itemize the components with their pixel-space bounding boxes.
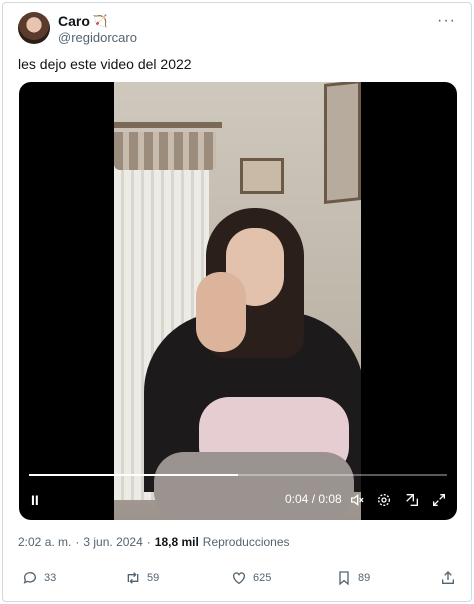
wall-picture-large xyxy=(324,82,361,204)
views-count: 18,8 mil xyxy=(154,535,199,549)
tweet-actions: 33 59 625 89 xyxy=(18,570,458,590)
person-hand xyxy=(196,272,246,352)
tweet-date[interactable]: 3 jun. 2024 xyxy=(83,535,142,549)
picture-in-picture-icon[interactable] xyxy=(404,492,420,511)
repost-count: 59 xyxy=(147,572,160,584)
meta-separator-2: · xyxy=(146,535,151,549)
bookmark-button[interactable]: 89 xyxy=(336,570,370,586)
heart-icon xyxy=(233,572,245,585)
reply-count: 33 xyxy=(44,572,57,584)
tweet-meta: 2:02 a. m. · 3 jun. 2024 · 18,8 mil Repr… xyxy=(18,535,290,549)
reply-icon xyxy=(23,572,36,584)
repost-icon xyxy=(127,572,139,584)
avatar[interactable] xyxy=(18,12,50,44)
share-icon xyxy=(442,571,454,584)
reply-button[interactable]: 33 xyxy=(22,570,56,586)
video-player[interactable]: II 0:04 / 0:08 xyxy=(19,82,457,520)
bookmark-icon xyxy=(339,571,349,586)
like-count: 625 xyxy=(253,572,272,584)
tweet-header: Caro 🏹 @regidorcaro ··· xyxy=(18,12,458,48)
settings-gear-icon[interactable] xyxy=(376,492,392,511)
like-button[interactable]: 625 xyxy=(231,570,271,586)
repost-button[interactable]: 59 xyxy=(125,570,159,586)
bow-arrow-emoji: 🏹 xyxy=(92,14,108,28)
video-controls: II 0:04 / 0:08 xyxy=(19,470,457,520)
meta-separator: · xyxy=(75,535,80,549)
video-frame[interactable] xyxy=(114,82,361,520)
fullscreen-icon[interactable] xyxy=(431,492,447,511)
tweet-time[interactable]: 2:02 a. m. xyxy=(18,535,71,549)
author-name[interactable]: Caro xyxy=(58,13,90,29)
volume-muted-icon[interactable] xyxy=(349,492,365,511)
tweet-text: les dejo este video del 2022 xyxy=(18,56,192,72)
play-pause-icon[interactable]: II xyxy=(31,492,39,508)
author-name-row[interactable]: Caro 🏹 xyxy=(58,13,108,29)
curtain-rod xyxy=(114,122,222,128)
progress-fill xyxy=(29,474,238,476)
wall-picture xyxy=(240,158,284,194)
share-button[interactable] xyxy=(440,570,456,586)
progress-bar[interactable] xyxy=(29,474,447,476)
more-options-icon[interactable]: ··· xyxy=(437,12,456,30)
bookmark-count: 89 xyxy=(358,572,371,584)
views-label: Reproducciones xyxy=(202,535,290,549)
author-handle[interactable]: @regidorcaro xyxy=(58,30,137,45)
curtain-valance xyxy=(114,132,216,170)
video-time: 0:04 / 0:08 xyxy=(285,492,342,506)
